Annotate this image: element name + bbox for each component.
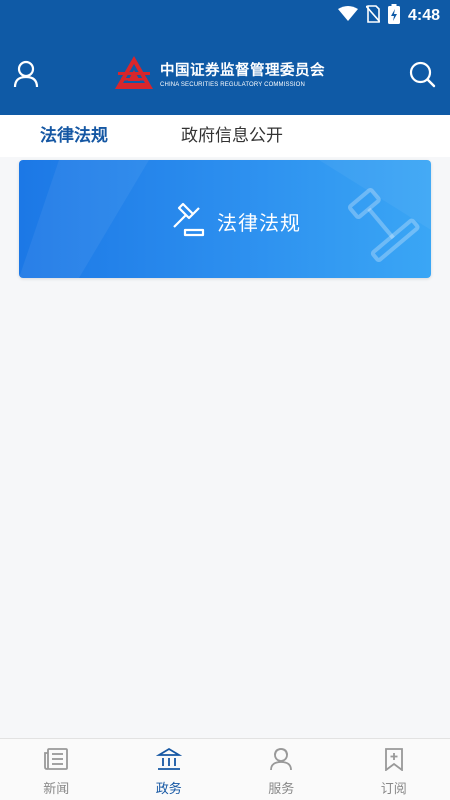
user-icon bbox=[13, 60, 39, 92]
nav-news[interactable]: 新闻 bbox=[0, 739, 113, 800]
wifi-icon bbox=[337, 6, 358, 26]
search-icon bbox=[408, 60, 436, 92]
bottom-nav: 新闻 政务 服务 订阅 bbox=[0, 738, 450, 800]
service-icon bbox=[268, 747, 294, 775]
no-sim-icon bbox=[365, 5, 381, 27]
status-time: 4:48 bbox=[407, 7, 440, 24]
nav-news-label: 新闻 bbox=[43, 782, 70, 797]
csrc-logo: 中国证券监督管理委员会 CHINA SECURITIES REGULATORY … bbox=[114, 52, 325, 98]
banner-content: 法律法规 bbox=[169, 200, 301, 242]
header: 4:48 中国证券监督管理委员会 CHINA SECURITIES REGULA… bbox=[0, 0, 450, 115]
gavel-icon bbox=[169, 200, 207, 242]
search-button[interactable] bbox=[404, 58, 440, 94]
user-button[interactable] bbox=[8, 58, 44, 94]
logo-text: 中国证券监督管理委员会 CHINA SECURITIES REGULATORY … bbox=[160, 62, 325, 88]
laws-banner[interactable]: 法律法规 bbox=[19, 160, 431, 278]
nav-subscribe[interactable]: 订阅 bbox=[338, 739, 450, 800]
tab-gov-info[interactable]: 政府信息公开 bbox=[181, 121, 283, 146]
status-bar: 4:48 bbox=[0, 0, 450, 32]
banner-title: 法律法规 bbox=[217, 210, 301, 235]
app-bar: 中国证券监督管理委员会 CHINA SECURITIES REGULATORY … bbox=[0, 44, 450, 108]
subscribe-icon bbox=[381, 747, 407, 775]
logo-title-en: CHINA SECURITIES REGULATORY COMMISSION bbox=[160, 82, 305, 88]
newspaper-icon bbox=[43, 747, 69, 775]
nav-service[interactable]: 服务 bbox=[225, 739, 338, 800]
csrc-emblem-icon bbox=[114, 55, 154, 95]
battery-charging-icon bbox=[387, 4, 400, 28]
logo-title-cn: 中国证券监督管理委员会 bbox=[160, 63, 325, 79]
tab-bar: 法律法规 政府信息公开 bbox=[0, 115, 450, 157]
status-icons: 4:48 bbox=[337, 4, 440, 28]
nav-service-label: 服务 bbox=[268, 782, 295, 797]
nav-subscribe-label: 订阅 bbox=[380, 782, 407, 797]
government-icon bbox=[155, 747, 182, 775]
nav-government-label: 政务 bbox=[155, 782, 182, 797]
tab-laws[interactable]: 法律法规 bbox=[40, 121, 108, 146]
nav-government[interactable]: 政务 bbox=[113, 739, 226, 800]
